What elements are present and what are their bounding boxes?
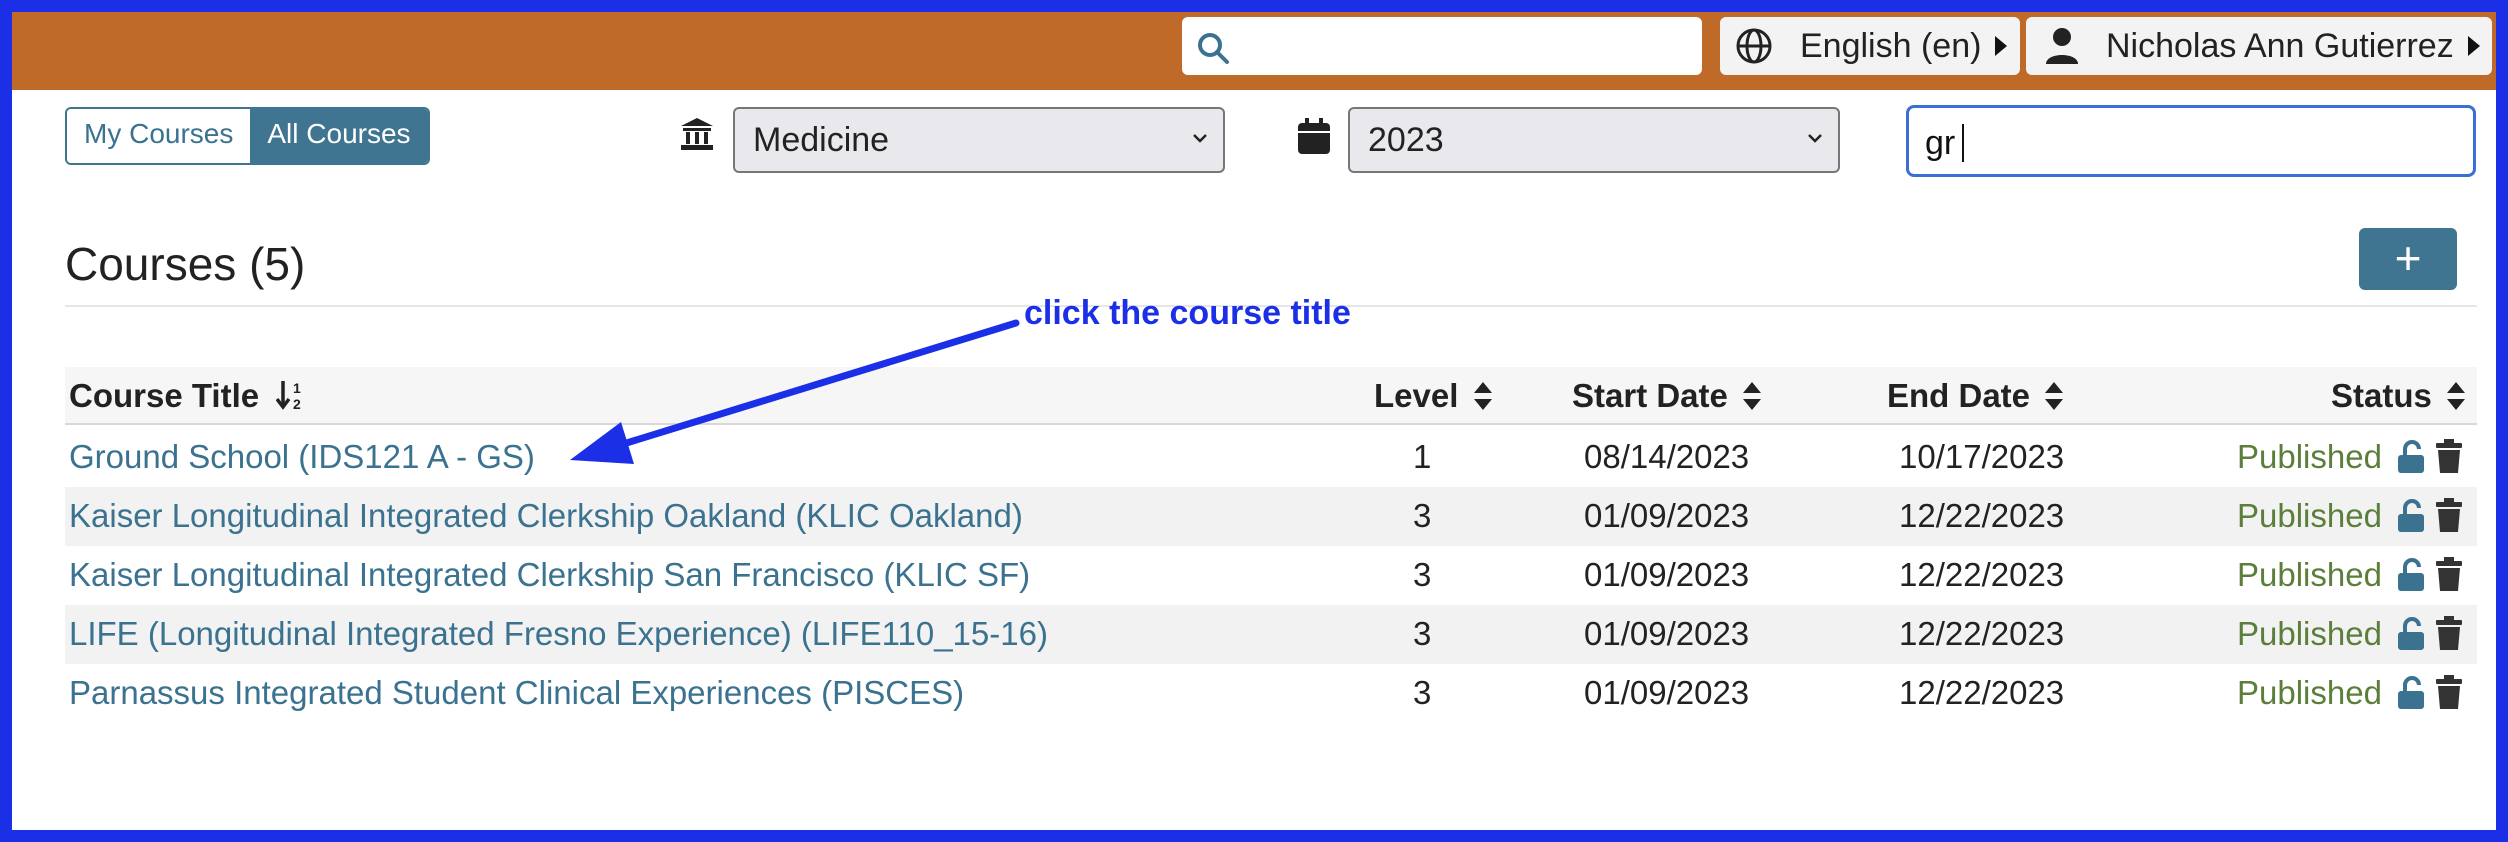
app-frame: English (en) Nicholas Ann Gutierrez My C…: [12, 12, 2496, 830]
annotation-label: click the course title: [1024, 294, 1351, 332]
annotation-arrow: [570, 319, 1020, 464]
